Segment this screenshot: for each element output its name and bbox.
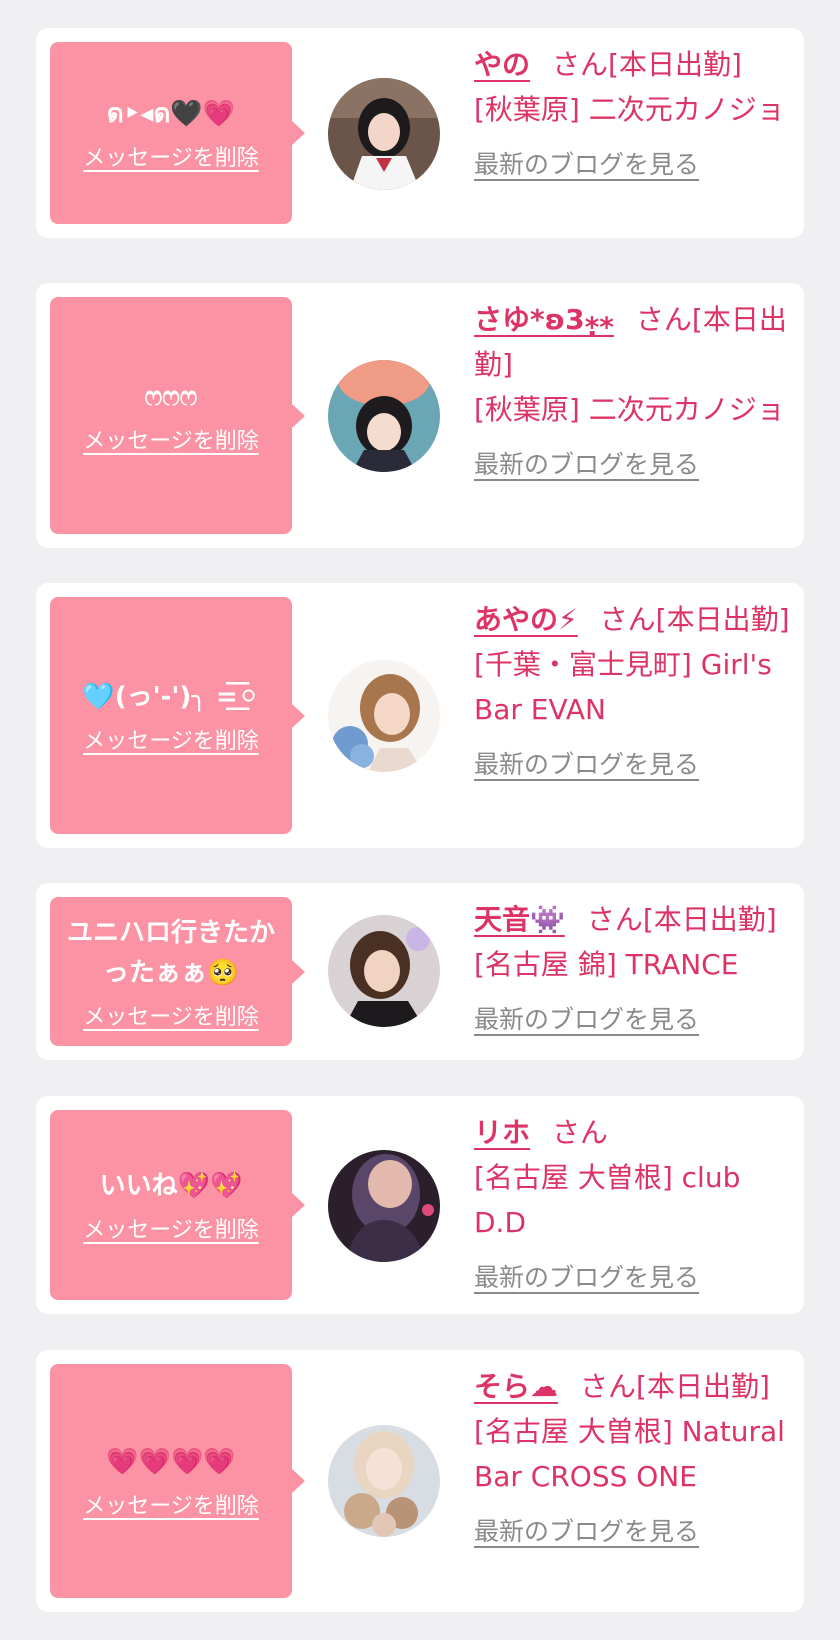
cast-info: さゆ*ʚ3⁎̣⁎ さん[本日出勤] [秋葉原] 二次元カノジョ 最新のブログを見る	[474, 297, 796, 487]
message-text: ユニハロ行きたかったぁぁ🥺	[66, 917, 275, 988]
shop-name: [名古屋 大曽根] club D.D	[474, 1161, 741, 1239]
delete-message-link[interactable]: メッセージを削除	[83, 1488, 259, 1520]
blog-link[interactable]: 最新のブログを見る	[474, 442, 699, 487]
delete-message-link[interactable]: メッセージを削除	[83, 1212, 259, 1244]
cast-info: やの さん[本日出勤] [秋葉原] 二次元カノジョ 最新のブログを見る	[474, 42, 796, 187]
cast-name-line: さゆ*ʚ3⁎̣⁎ さん[本日出勤]	[474, 297, 796, 387]
cast-name-line: やの さん[本日出勤]	[474, 42, 796, 87]
shop-name: [名古屋 錦] TRANCE	[474, 948, 739, 981]
cast-info: そら☁ さん[本日出勤] [名古屋 大曽根] Natural Bar CROSS …	[474, 1364, 796, 1554]
cast-name-line: あやの⚡ さん[本日出勤]	[474, 597, 796, 642]
message-bubble: ユニハロ行きたかったぁぁ🥺 メッセージを削除	[50, 897, 305, 1046]
cast-name-link[interactable]: さゆ*ʚ3⁎̣⁎	[474, 303, 614, 336]
message-bubble: ෆෆෆ メッセージを削除	[50, 297, 305, 534]
shop-name: [名古屋 大曽根] Natural Bar CROSS ONE	[474, 1415, 785, 1493]
shop-name: [秋葉原] 二次元カノジョ	[474, 393, 785, 426]
blog-link[interactable]: 最新のブログを見る	[474, 1255, 699, 1300]
cast-info: リホ さん [名古屋 大曽根] club D.D 最新のブログを見る	[474, 1110, 796, 1300]
message-bubble: いいね💖💖 メッセージを削除	[50, 1110, 305, 1300]
avatar[interactable]	[328, 78, 440, 190]
delete-message-link[interactable]: メッセージを削除	[83, 140, 259, 172]
cast-status: さん	[552, 1116, 609, 1149]
shop-name: [千葉・富士見町] Girl's Bar EVAN	[474, 648, 772, 726]
message-text: 💗💗💗💗	[106, 1447, 236, 1477]
message-bubble: 🩵(っ'-')╮ =͟͟͞͞⚪ メッセージを削除	[50, 597, 305, 834]
cast-name-line: リホ さん	[474, 1110, 796, 1155]
cast-name-link[interactable]: あやの⚡	[474, 603, 578, 636]
cast-status: さん[本日出勤]	[599, 603, 790, 636]
favorite-card: ด‣◂ด🖤💗 メッセージを削除 やの さん[本日出勤] [秋葉原] 二次元カノジョ…	[36, 28, 804, 238]
cast-name-link[interactable]: やの	[474, 48, 530, 81]
message-text: ෆෆෆ	[144, 381, 198, 412]
cast-status: さん[本日出勤]	[580, 1370, 770, 1403]
cast-name-link[interactable]: 天音👾	[474, 903, 565, 936]
shop-name: [秋葉原] 二次元カノジョ	[474, 93, 785, 126]
cast-info: あやの⚡ さん[本日出勤] [千葉・富士見町] Girl's Bar EVAN 最…	[474, 597, 796, 787]
favorite-card: 🩵(っ'-')╮ =͟͟͞͞⚪ メッセージを削除 あやの⚡ さん[本日出勤] [千…	[36, 583, 804, 848]
blog-link[interactable]: 最新のブログを見る	[474, 742, 699, 787]
message-bubble: ด‣◂ด🖤💗 メッセージを削除	[50, 42, 305, 224]
avatar[interactable]	[328, 660, 440, 772]
message-text: いいね💖💖	[99, 1171, 243, 1201]
cast-status: さん[本日出勤]	[552, 48, 742, 81]
avatar[interactable]	[328, 1425, 440, 1537]
delete-message-link[interactable]: メッセージを削除	[83, 999, 259, 1031]
message-bubble: 💗💗💗💗 メッセージを削除	[50, 1364, 305, 1598]
cast-info: 天音👾 さん[本日出勤] [名古屋 錦] TRANCE 最新のブログを見る	[474, 897, 796, 1042]
favorite-card: ෆෆෆ メッセージを削除 さゆ*ʚ3⁎̣⁎ さん[本日出勤] [秋葉原] 二次元カ…	[36, 283, 804, 548]
cast-name-link[interactable]: リホ	[474, 1116, 530, 1149]
cast-name-link[interactable]: そら☁	[474, 1370, 558, 1403]
delete-message-link[interactable]: メッセージを削除	[83, 423, 259, 455]
favorite-card: 💗💗💗💗 メッセージを削除 そら☁ さん[本日出勤] [名古屋 大曽根] Natu…	[36, 1350, 804, 1612]
cast-name-line: そら☁ さん[本日出勤]	[474, 1364, 796, 1409]
message-text: 🩵(っ'-')╮ =͟͟͞͞⚪	[82, 681, 260, 712]
avatar[interactable]	[328, 915, 440, 1027]
favorite-card: いいね💖💖 メッセージを削除 リホ さん [名古屋 大曽根] club D.D 最…	[36, 1096, 804, 1314]
favorite-card: ユニハロ行きたかったぁぁ🥺 メッセージを削除 天音👾 さん[本日出勤] [名古屋 …	[36, 883, 804, 1060]
avatar[interactable]	[328, 360, 440, 472]
blog-link[interactable]: 最新のブログを見る	[474, 1509, 699, 1554]
message-text: ด‣◂ด🖤💗	[106, 99, 236, 129]
cast-name-line: 天音👾 さん[本日出勤]	[474, 897, 796, 942]
blog-link[interactable]: 最新のブログを見る	[474, 997, 699, 1042]
delete-message-link[interactable]: メッセージを削除	[83, 723, 259, 755]
avatar[interactable]	[328, 1150, 440, 1262]
cast-status: さん[本日出勤]	[586, 903, 777, 936]
blog-link[interactable]: 最新のブログを見る	[474, 142, 699, 187]
